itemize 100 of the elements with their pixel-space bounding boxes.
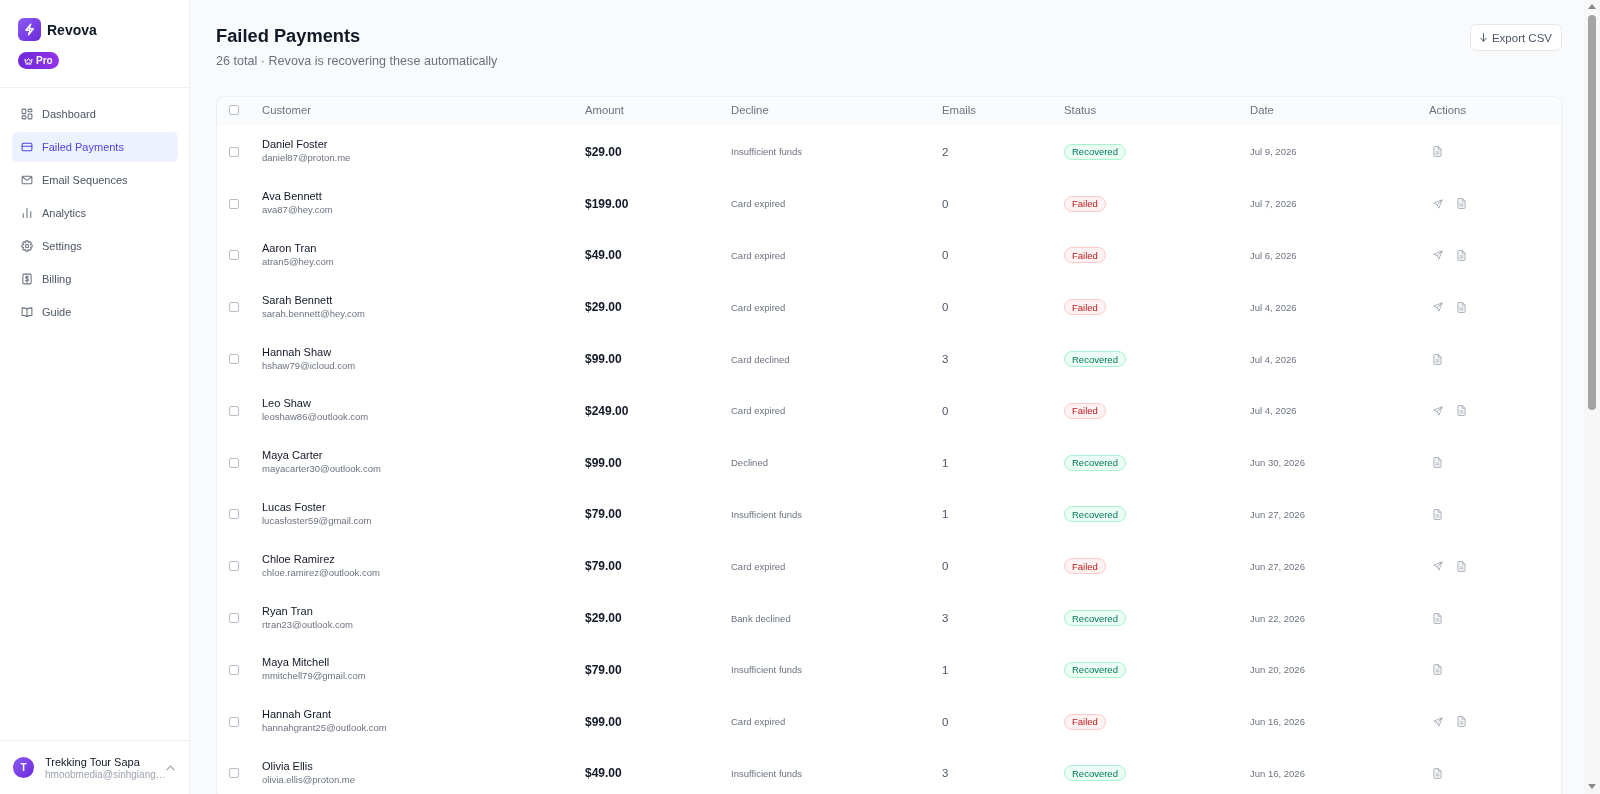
email-count: 3 [942,612,949,625]
payment-amount: $99.00 [585,714,622,729]
document-icon[interactable] [1457,250,1466,261]
status-badge: Recovered [1064,610,1126,627]
payment-date: Jul 9, 2026 [1250,146,1297,158]
nav-item[interactable]: Email Sequences [12,165,178,195]
status-badge: Recovered [1064,143,1126,160]
decline-reason: Insufficient funds [731,146,803,158]
payment-date: Jun 27, 2026 [1250,508,1305,520]
paper-plane-icon[interactable] [1433,198,1443,209]
document-icon[interactable] [1433,664,1442,676]
row-checkbox[interactable] [229,509,239,520]
paper-plane-icon[interactable] [1433,716,1443,727]
column-header: Status [1064,104,1097,116]
scroll-down-icon[interactable] [1588,784,1596,789]
book-icon [21,306,33,318]
customer-name: Hannah Shaw [262,344,332,359]
email-count: 0 [942,249,949,262]
customer-name: Daniel Foster [262,137,328,152]
row-checkbox[interactable] [229,354,239,365]
email-count: 0 [942,197,949,210]
nav-item[interactable]: Settings [12,231,178,261]
layout-grid-icon [21,108,33,120]
status-badge: Recovered [1064,351,1126,368]
payment-date: Jul 6, 2026 [1250,250,1297,261]
status-badge: Recovered [1064,661,1126,678]
decline-reason: Card expired [731,716,786,728]
select-all-checkbox[interactable] [229,105,239,115]
plan-label: Pro [36,54,53,67]
document-icon[interactable] [1433,612,1442,624]
payment-date: Jun 27, 2026 [1250,560,1305,572]
customer-email: leoshaw86@outlook.com [262,410,369,424]
document-icon[interactable] [1457,301,1466,313]
customer-name: Leo Shaw [262,396,311,411]
payment-amount: $49.00 [585,766,622,781]
row-checkbox[interactable] [229,664,239,675]
payment-date: Jun 30, 2026 [1250,457,1305,469]
document-icon[interactable] [1457,716,1466,728]
decline-reason: Insufficient funds [731,508,803,520]
payment-amount: $29.00 [585,300,622,315]
document-icon[interactable] [1457,198,1466,210]
decline-reason: Declined [731,457,768,469]
paper-plane-icon[interactable] [1433,405,1443,416]
paper-plane-icon[interactable] [1433,250,1443,261]
document-icon[interactable] [1457,560,1466,572]
payment-amount: $79.00 [585,507,622,522]
column-header: Customer [262,104,311,116]
customer-email: daniel87@proton.me [262,151,351,165]
account-email: hmoobmedia@sinhgiang… [45,768,166,781]
customer-name: Aaron Tran [262,241,317,255]
payment-amount: $79.00 [585,662,622,677]
account-name: Trekking Tour Sapa [45,754,140,769]
row-checkbox[interactable] [229,302,239,313]
chevron-up-icon[interactable] [166,764,175,771]
crown-icon [24,56,33,65]
payment-date: Jul 4, 2026 [1250,301,1297,313]
customer-email: olivia.ellis@proton.me [262,772,356,786]
payment-amount: $29.00 [585,144,622,159]
customer-email: mayacarter30@outlook.com [262,462,381,476]
scroll-up-icon[interactable] [1588,4,1596,9]
customer-name: Maya Carter [262,448,323,463]
document-icon[interactable] [1433,457,1442,469]
scrollbar-thumb[interactable] [1588,15,1596,410]
export-csv-button[interactable]: Export CSV [1469,24,1562,51]
nav-item[interactable]: Analytics [12,198,178,228]
email-count: 1 [942,508,949,521]
document-icon[interactable] [1457,405,1466,417]
nav-item[interactable]: Billing [12,264,178,294]
document-icon[interactable] [1433,767,1442,779]
email-count: 0 [942,715,949,728]
decline-reason: Card expired [731,405,786,417]
payment-date: Jun 16, 2026 [1250,716,1305,728]
column-header: Decline [731,104,769,116]
row-checkbox[interactable] [229,198,239,209]
paper-plane-icon[interactable] [1433,561,1443,572]
row-checkbox[interactable] [229,768,239,779]
row-checkbox[interactable] [229,405,239,416]
page-title: Failed Payments [216,24,361,48]
nav-item[interactable]: Dashboard [12,99,178,129]
email-count: 0 [942,560,949,573]
customer-email: hshaw79@icloud.com [262,358,356,372]
email-count: 3 [942,767,949,780]
document-icon[interactable] [1433,353,1442,365]
paper-plane-icon[interactable] [1433,302,1443,313]
status-badge: Failed [1064,247,1106,264]
email-count: 1 [942,663,949,676]
row-checkbox[interactable] [229,457,239,468]
nav-item[interactable]: Failed Payments [12,132,178,162]
row-checkbox[interactable] [229,716,239,727]
row-checkbox[interactable] [229,146,239,157]
status-badge: Failed [1064,299,1106,316]
document-icon[interactable] [1433,508,1442,520]
document-icon[interactable] [1433,146,1442,158]
row-checkbox[interactable] [229,613,239,624]
customer-name: Sarah Bennett [262,292,333,307]
nav-item[interactable]: Guide [12,297,178,327]
scrollbar[interactable] [1584,0,1600,794]
customer-name: Hannah Grant [262,707,332,722]
row-checkbox[interactable] [229,561,239,572]
row-checkbox[interactable] [229,250,239,261]
